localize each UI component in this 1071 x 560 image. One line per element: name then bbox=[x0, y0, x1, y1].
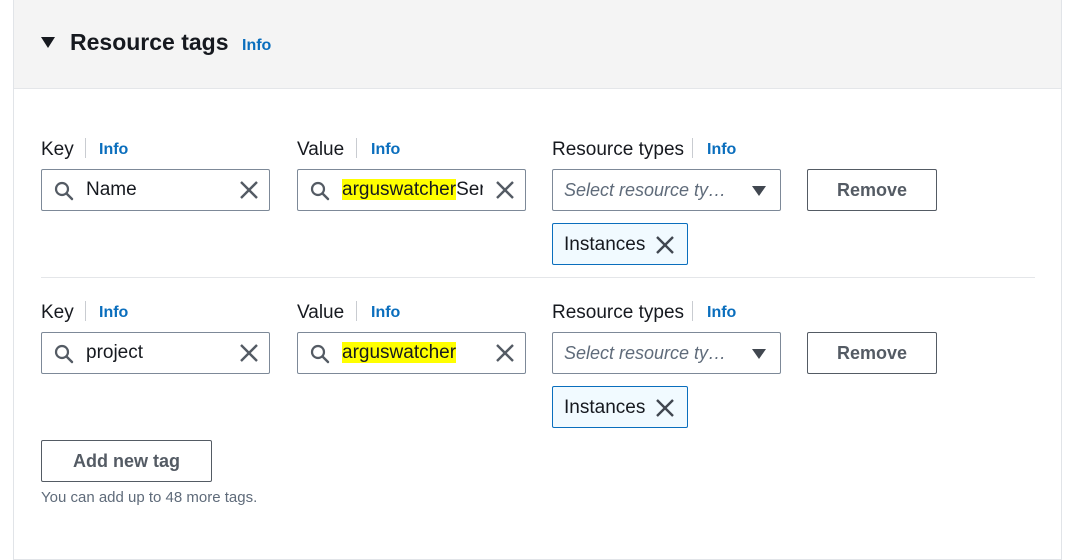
close-icon[interactable] bbox=[495, 343, 515, 363]
resource-tags-panel: Resource tags Info Key Info Value Info R… bbox=[13, 0, 1062, 560]
remove-button[interactable]: Remove bbox=[807, 169, 937, 211]
label-separator bbox=[692, 138, 693, 158]
key-info-link[interactable]: Info bbox=[99, 141, 128, 159]
close-icon[interactable] bbox=[239, 343, 259, 363]
key-label: Key bbox=[41, 302, 74, 323]
dropdown-triangle-icon bbox=[752, 349, 766, 359]
value-label: Value bbox=[297, 139, 345, 160]
dropdown-triangle-icon bbox=[752, 186, 766, 196]
tags-remaining-hint: You can add up to 48 more tags. bbox=[41, 489, 258, 506]
remove-button[interactable]: Remove bbox=[807, 332, 937, 374]
search-highlight: arguswatcher bbox=[342, 342, 457, 363]
section-info-link[interactable]: Info bbox=[242, 37, 271, 55]
token-label: Instances bbox=[564, 234, 646, 255]
value-input[interactable]: arguswatcherSer bbox=[297, 169, 526, 211]
resource-types-info-link[interactable]: Info bbox=[707, 304, 736, 322]
section-header[interactable]: Resource tags Info bbox=[14, 0, 1061, 89]
resource-type-token: Instances bbox=[552, 223, 688, 265]
key-input[interactable]: Name bbox=[41, 169, 270, 211]
search-icon bbox=[54, 181, 74, 201]
key-input-value: project bbox=[86, 342, 144, 363]
token-label: Instances bbox=[564, 397, 646, 418]
value-input-text: arguswatcher bbox=[342, 342, 483, 364]
resource-type-token: Instances bbox=[552, 386, 688, 428]
label-separator bbox=[692, 301, 693, 321]
key-input-value: Name bbox=[86, 179, 137, 200]
resource-types-placeholder: Select resource ty… bbox=[564, 180, 727, 200]
value-input[interactable]: arguswatcher bbox=[297, 332, 526, 374]
row-divider bbox=[41, 277, 1035, 278]
search-icon bbox=[54, 344, 74, 364]
value-info-link[interactable]: Info bbox=[371, 304, 400, 322]
section-title: Resource tags bbox=[70, 29, 229, 55]
resource-types-label: Resource types bbox=[552, 139, 685, 160]
label-separator bbox=[356, 138, 357, 158]
search-icon bbox=[310, 344, 330, 364]
resource-types-info-link[interactable]: Info bbox=[707, 141, 736, 159]
search-highlight: arguswatcher bbox=[342, 179, 457, 200]
resource-types-select[interactable]: Select resource ty… bbox=[552, 332, 781, 374]
close-icon[interactable] bbox=[239, 180, 259, 200]
search-icon bbox=[310, 181, 330, 201]
add-new-tag-button[interactable]: Add new tag bbox=[41, 440, 212, 482]
label-separator bbox=[85, 301, 86, 321]
close-icon[interactable] bbox=[655, 235, 675, 255]
resource-types-label: Resource types bbox=[552, 302, 685, 323]
value-input-rest: Ser bbox=[456, 179, 483, 200]
value-input-text: arguswatcherSer bbox=[342, 179, 483, 201]
label-separator bbox=[356, 301, 357, 321]
value-info-link[interactable]: Info bbox=[371, 141, 400, 159]
value-label: Value bbox=[297, 302, 345, 323]
key-label: Key bbox=[41, 139, 74, 160]
resource-types-select[interactable]: Select resource ty… bbox=[552, 169, 781, 211]
caret-down-icon[interactable] bbox=[41, 37, 55, 48]
key-info-link[interactable]: Info bbox=[99, 304, 128, 322]
close-icon[interactable] bbox=[495, 180, 515, 200]
close-icon[interactable] bbox=[655, 398, 675, 418]
label-separator bbox=[85, 138, 86, 158]
key-input[interactable]: project bbox=[41, 332, 270, 374]
resource-types-placeholder: Select resource ty… bbox=[564, 343, 727, 363]
